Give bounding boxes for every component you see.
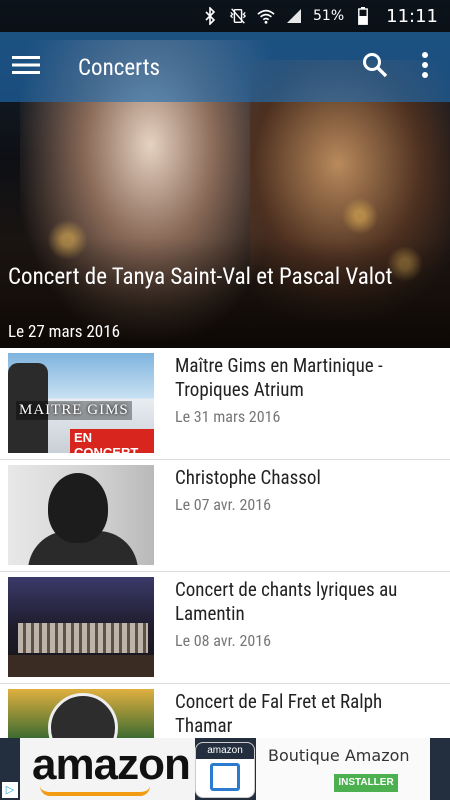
- overflow-menu-button[interactable]: [400, 32, 450, 102]
- vibrate-icon: [229, 7, 247, 25]
- featured-title: Concert de Tanya Saint-Val et Pascal Val…: [8, 263, 393, 290]
- app-bar: Concerts: [0, 32, 450, 102]
- concert-date: Le 08 avr. 2016: [175, 631, 272, 650]
- ad-banner[interactable]: amazon amazon Boutique Amazon INSTALLER …: [0, 738, 450, 800]
- thumbnail-logo: [48, 693, 118, 738]
- concert-thumbnail: [8, 689, 154, 738]
- concert-title: Concert de Fal Fret et Ralph Thamar: [175, 690, 383, 737]
- battery-icon: [354, 7, 372, 25]
- amazon-logo: amazon: [32, 740, 191, 789]
- thumbnail-floor: [8, 655, 154, 677]
- list-item[interactable]: Concert de chants lyriques au Lamentin L…: [0, 572, 450, 684]
- concert-thumbnail: [8, 465, 154, 565]
- battery-percent: 51%: [313, 8, 345, 24]
- list-item-text: Maître Gims en Martinique - Tropiques At…: [175, 354, 440, 426]
- bluetooth-icon: [201, 7, 219, 25]
- install-button[interactable]: INSTALLER: [334, 774, 398, 792]
- list-item[interactable]: MAITRE GIMS EN CONCERT Maître Gims en Ma…: [0, 348, 450, 460]
- wifi-icon: [257, 7, 275, 25]
- concert-title: Concert de chants lyriques au Lamentin: [175, 578, 398, 625]
- concert-date: Le 07 avr. 2016: [175, 495, 272, 514]
- menu-button[interactable]: [0, 32, 52, 102]
- status-time: 11:11: [386, 5, 438, 27]
- ad-app-icon: amazon: [195, 742, 255, 798]
- more-vert-icon: [421, 52, 429, 82]
- concert-list[interactable]: MAITRE GIMS EN CONCERT Maître Gims en Ma…: [0, 348, 450, 738]
- concert-thumbnail: [8, 577, 154, 677]
- app-bar-title: Concerts: [78, 53, 160, 81]
- status-bar: 51% 11:11: [0, 0, 450, 32]
- cart-icon: [210, 763, 240, 791]
- thumbnail-caption: MAITRE GIMS: [16, 401, 132, 420]
- hamburger-menu-icon: [12, 55, 40, 79]
- thumbnail-person-head: [48, 473, 108, 543]
- list-item[interactable]: Christophe Chassol Le 07 avr. 2016: [0, 460, 450, 572]
- ad-title: Boutique Amazon: [268, 746, 410, 765]
- screen: Concert de Tanya Saint-Val et Pascal Val…: [0, 0, 450, 800]
- signal-icon: [285, 7, 303, 25]
- thumbnail-badge: EN CONCERT: [70, 429, 154, 453]
- thumbnail-choir: [18, 623, 148, 653]
- list-item[interactable]: Concert de Fal Fret et Ralph Thamar: [0, 684, 450, 738]
- concert-title: Christophe Chassol: [175, 466, 321, 489]
- concert-thumbnail: MAITRE GIMS EN CONCERT: [8, 353, 154, 453]
- list-item-text: Christophe Chassol Le 07 avr. 2016: [175, 466, 440, 514]
- list-item-text: Concert de chants lyriques au Lamentin L…: [175, 578, 440, 650]
- search-icon: [362, 52, 388, 82]
- adchoices-icon[interactable]: ▷: [2, 782, 18, 798]
- amazon-smile: [40, 786, 150, 796]
- concert-title: Maître Gims en Martinique - Tropiques At…: [175, 354, 383, 401]
- concert-date: Le 31 mars 2016: [175, 407, 281, 426]
- featured-date: Le 27 mars 2016: [8, 322, 120, 342]
- search-button[interactable]: [350, 32, 400, 102]
- app-icon-label: amazon: [196, 743, 254, 759]
- list-item-text: Concert de Fal Fret et Ralph Thamar: [175, 690, 440, 738]
